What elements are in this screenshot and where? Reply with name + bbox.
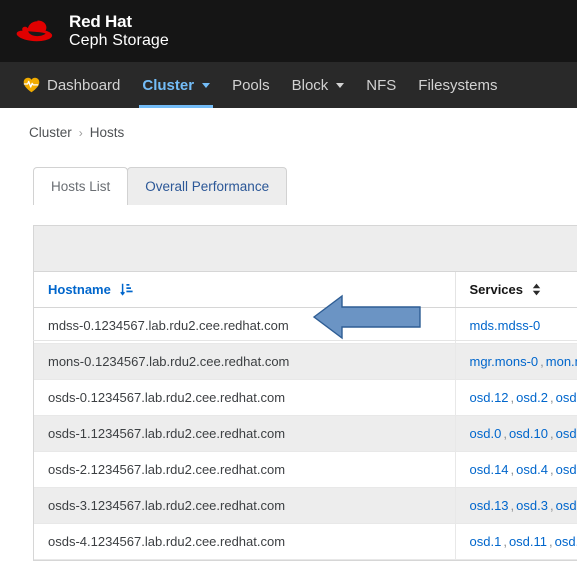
- service-link[interactable]: mon.m: [546, 354, 577, 369]
- column-header-hostname[interactable]: Hostname: [34, 272, 455, 308]
- cell-services: osd.14,osd.4,osd.9: [454, 451, 577, 488]
- table-row[interactable]: mons-0.1234567.lab.rdu2.cee.redhat.com mg…: [34, 343, 577, 380]
- tab-hosts-list[interactable]: Hosts List: [33, 167, 129, 206]
- service-separator: ,: [549, 462, 554, 477]
- cell-services: osd.1,osd.11,osd.6: [454, 523, 577, 560]
- nav-item-cluster[interactable]: Cluster: [131, 62, 221, 108]
- table-row[interactable]: osds-2.1234567.lab.rdu2.cee.redhat.com os…: [34, 451, 577, 488]
- hosts-table: Hostname Services mdss-0.1234567.lab.rdu…: [34, 272, 577, 560]
- service-separator: ,: [549, 390, 554, 405]
- cell-hostname: mons-0.1234567.lab.rdu2.cee.redhat.com: [34, 343, 455, 380]
- service-link[interactable]: osd.9: [556, 462, 577, 477]
- cell-hostname: mdss-0.1234567.lab.rdu2.cee.redhat.com: [34, 307, 455, 344]
- table-row[interactable]: osds-3.1234567.lab.rdu2.cee.redhat.com os…: [34, 487, 577, 524]
- table-row[interactable]: mdss-0.1234567.lab.rdu2.cee.redhat.com md…: [34, 307, 577, 344]
- cell-hostname: osds-4.1234567.lab.rdu2.cee.redhat.com: [34, 523, 455, 560]
- table-body: mdss-0.1234567.lab.rdu2.cee.redhat.com md…: [34, 307, 577, 560]
- nav-item-pools[interactable]: Pools: [221, 62, 281, 108]
- service-link[interactable]: osd.14: [470, 462, 509, 477]
- service-link[interactable]: mds.mdss-0: [470, 318, 541, 333]
- column-header-services[interactable]: Services: [454, 272, 577, 308]
- brand-name-line1: Red Hat: [69, 12, 132, 32]
- tab-bar: Hosts List Overall Performance: [33, 167, 577, 206]
- brand-name-line2: Ceph Storage: [69, 31, 169, 49]
- service-link[interactable]: osd.4: [516, 462, 548, 477]
- nav-label-pools: Pools: [232, 76, 270, 94]
- breadcrumb-item-hosts[interactable]: Hosts: [90, 125, 125, 140]
- service-link[interactable]: osd.10: [509, 426, 548, 441]
- tab-overall-performance[interactable]: Overall Performance: [127, 167, 288, 205]
- nav-label-cluster: Cluster: [142, 76, 195, 94]
- cell-services: osd.0,osd.10,osd.5: [454, 415, 577, 452]
- breadcrumb-item-cluster[interactable]: Cluster: [29, 125, 72, 140]
- table-row[interactable]: osds-4.1234567.lab.rdu2.cee.redhat.com os…: [34, 523, 577, 560]
- cell-services: osd.12,osd.2,osd.7: [454, 379, 577, 416]
- nav-label-nfs: NFS: [366, 76, 397, 94]
- service-link[interactable]: osd.1: [470, 534, 502, 549]
- cell-hostname: osds-0.1234567.lab.rdu2.cee.redhat.com: [34, 379, 455, 416]
- nav-item-dashboard[interactable]: Dashboard: [12, 62, 131, 108]
- hosts-table-card: Hostname Services mdss-0.1234567.lab.rdu…: [33, 225, 577, 561]
- column-label-services: Services: [469, 282, 524, 297]
- service-separator: ,: [540, 354, 544, 369]
- service-link[interactable]: osd.7: [556, 390, 577, 405]
- tab-bottom-border: [33, 340, 577, 341]
- sort-neutral-icon: [532, 283, 541, 296]
- nav-item-nfs[interactable]: NFS: [355, 62, 407, 108]
- nav-label-block: Block: [291, 76, 329, 94]
- service-link[interactable]: osd.11: [509, 534, 547, 549]
- service-link[interactable]: osd.3: [516, 498, 548, 513]
- chevron-down-icon: [336, 82, 345, 88]
- cell-hostname: osds-2.1234567.lab.rdu2.cee.redhat.com: [34, 451, 455, 488]
- brand-bar: Red Hat Ceph Storage: [0, 0, 577, 62]
- cell-services: mgr.mons-0,mon.m: [454, 343, 577, 380]
- nav-item-filesystems[interactable]: Filesystems: [407, 62, 508, 108]
- service-link[interactable]: mgr.mons-0: [470, 354, 539, 369]
- heart-pulse-icon: [23, 77, 40, 93]
- service-separator: ,: [503, 534, 507, 549]
- page-content: Cluster › Hosts Hosts List Overall Perfo…: [0, 108, 577, 561]
- column-label-hostname: Hostname: [48, 282, 111, 297]
- service-separator: ,: [549, 534, 553, 549]
- nav-label-dashboard: Dashboard: [47, 76, 121, 94]
- main-navigation: Dashboard Cluster Pools Block NFS Filesy…: [0, 62, 577, 108]
- redhat-fedora-icon: [16, 20, 53, 42]
- service-separator: ,: [549, 498, 554, 513]
- nav-label-filesystems: Filesystems: [418, 76, 498, 94]
- table-header-row: Hostname Services: [34, 272, 577, 308]
- service-link[interactable]: osd.13: [470, 498, 509, 513]
- table-head: Hostname Services: [34, 272, 577, 308]
- breadcrumb-separator-icon: ›: [78, 125, 83, 140]
- brand-logo[interactable]: Red Hat Ceph Storage: [14, 12, 169, 49]
- breadcrumb: Cluster › Hosts: [0, 108, 577, 140]
- tab-label-overall-performance: Overall Performance: [145, 179, 270, 194]
- cell-hostname: osds-1.1234567.lab.rdu2.cee.redhat.com: [34, 415, 455, 452]
- cell-services: mds.mdss-0: [454, 307, 577, 344]
- service-link[interactable]: osd.12: [470, 390, 509, 405]
- table-row[interactable]: osds-1.1234567.lab.rdu2.cee.redhat.com os…: [34, 415, 577, 452]
- service-link[interactable]: osd.2: [516, 390, 548, 405]
- service-separator: ,: [549, 426, 554, 441]
- service-separator: ,: [503, 426, 507, 441]
- chevron-down-icon: [202, 82, 211, 88]
- table-toolbar: [34, 226, 577, 272]
- service-link[interactable]: osd.0: [470, 426, 502, 441]
- tab-label-hosts-list: Hosts List: [51, 179, 111, 194]
- cell-services: osd.13,osd.3,osd.8: [454, 487, 577, 524]
- service-link[interactable]: osd.5: [556, 426, 577, 441]
- service-link[interactable]: osd.6: [555, 534, 577, 549]
- sort-amount-asc-icon: [120, 283, 133, 296]
- cell-hostname: osds-3.1234567.lab.rdu2.cee.redhat.com: [34, 487, 455, 524]
- nav-item-block[interactable]: Block: [281, 62, 356, 108]
- table-row[interactable]: osds-0.1234567.lab.rdu2.cee.redhat.com os…: [34, 379, 577, 416]
- service-link[interactable]: osd.8: [556, 498, 577, 513]
